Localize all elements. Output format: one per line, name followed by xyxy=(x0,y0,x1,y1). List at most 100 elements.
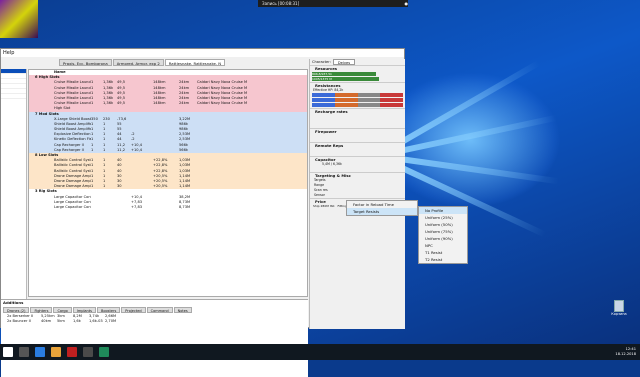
module-cell-g xyxy=(197,205,247,210)
module-cell-b: 1 xyxy=(103,184,106,189)
tab-fit-1[interactable]: Praxis. Ecc. Bombarona xyxy=(59,59,112,66)
module-cell-b xyxy=(103,205,117,210)
pyfa-window: Help Praxis. Ecc. Bombarona Armored. Arm… xyxy=(0,48,405,377)
resist-bar xyxy=(312,103,403,107)
market-browser xyxy=(1,69,27,299)
drone-row[interactable]: 2x Bouncer II 40km 5km 1,6k 1,6k-03 2,70M xyxy=(1,319,308,324)
module-cell-a xyxy=(91,106,103,111)
module-cell-g xyxy=(197,184,247,189)
module-cell-a: 1 xyxy=(91,184,94,189)
drone-cell-v5: 2,70M xyxy=(105,319,117,324)
menu-item-profile[interactable]: Uniform (75%) xyxy=(419,228,467,235)
explorer-icon[interactable] xyxy=(35,347,45,357)
ship-price: Ship 280M ISK xyxy=(313,204,335,208)
recycle-bin[interactable]: Корзина xyxy=(608,300,630,322)
module-cell-d: +10,4 xyxy=(131,147,143,152)
clock-date[interactable]: 18.12.2018 xyxy=(615,352,636,357)
character-select[interactable]: Delves xyxy=(332,59,356,65)
tab-fit-2[interactable]: Armored. Armor. exp 2 xyxy=(112,59,164,66)
drone-cell-v4: 1,6k-03 xyxy=(89,319,103,324)
module-cell-g xyxy=(197,148,247,153)
module-cell-c: 11,2 xyxy=(117,147,126,152)
module-cell-c xyxy=(117,205,131,210)
context-menu-2: No Profile Uniform (25%) Uniform (50%) Unif… xyxy=(418,206,468,264)
tab-fit-3[interactable]: Rattlesnake. Rattlesnake. N xyxy=(164,59,226,66)
menu-help[interactable]: Help xyxy=(3,50,14,56)
menu-bar: Help xyxy=(1,49,404,57)
module-cell-e xyxy=(153,205,179,210)
app-icon[interactable] xyxy=(99,347,109,357)
module-cell-f xyxy=(179,106,197,111)
character-label: Character: xyxy=(312,60,331,64)
additions-pane: Additions Drones (2) Fighters Cargo Implant… xyxy=(1,299,308,377)
fit-tabs: Praxis. Ecc. Bombarona Armored. Armor. e… xyxy=(59,59,226,66)
menu-item-profile[interactable]: No Profile xyxy=(419,207,467,214)
additions-tab[interactable]: Command xyxy=(146,307,173,313)
module-cell-c xyxy=(117,106,131,111)
browser-row[interactable] xyxy=(1,94,26,99)
module-cell-d xyxy=(131,184,153,189)
module-cell-b xyxy=(103,106,117,111)
recycle-bin-icon xyxy=(614,300,624,312)
module-cell-e xyxy=(153,148,179,153)
start-icon[interactable] xyxy=(3,347,13,357)
additions-tab[interactable]: Drones (2) xyxy=(3,307,30,313)
drone-cell-name: 2x Bouncer II xyxy=(7,319,31,324)
app-icon[interactable] xyxy=(67,347,77,357)
cpu-bar-fill: 896,8/937,5k xyxy=(312,72,376,76)
record-icon[interactable]: ● xyxy=(405,0,409,7)
module-cell-c: 30 xyxy=(117,184,122,189)
additions-tab[interactable]: Fighters xyxy=(30,307,53,313)
context-menu-1: Factor in Reload Time Target Resists xyxy=(346,200,418,216)
recorder-bar[interactable]: Запись [00:08:31] ● xyxy=(258,0,408,7)
folder-icon[interactable] xyxy=(51,347,61,357)
module-cell-b: 1 xyxy=(103,147,106,152)
pg-bar: 1005/1375 M xyxy=(312,77,403,81)
module-list: Name 6 High Slots Cruise Missile Launche… xyxy=(28,69,308,297)
additions-tab[interactable]: Cargo xyxy=(53,307,72,313)
menu-item-profile[interactable]: Uniform (25%) xyxy=(419,214,467,221)
resist-bar xyxy=(312,98,403,102)
module-row[interactable]: Large Capacitor Control Circuit I +7,83 8,… xyxy=(29,204,307,211)
module-cell-a: 1 xyxy=(91,147,94,152)
additions-tab[interactable]: Projected xyxy=(121,307,146,313)
additions-title: Additions xyxy=(3,300,24,305)
additions-tab[interactable]: Boosters xyxy=(96,307,121,313)
cpu-bar: 896,8/937,5k xyxy=(312,72,403,76)
additions-tabs: Drones (2) Fighters Cargo Implants Boosters P… xyxy=(3,307,306,313)
stats-panel: Character: Delves Resources 896,8/937,5k… xyxy=(309,59,405,329)
recorder-label: Запись [00:08:31] xyxy=(262,1,300,6)
taskbar: 12:41 18.12.2018 xyxy=(0,344,640,360)
drone-cell-v2: 5km xyxy=(57,319,65,324)
pg-bar-fill: 1005/1375 M xyxy=(312,77,380,81)
additions-tab[interactable]: Notes xyxy=(173,307,192,313)
menu-item-profile[interactable]: NPC xyxy=(419,242,467,249)
drone-cell-v3: 1,6k xyxy=(73,319,81,324)
desktop-app-icon[interactable] xyxy=(0,0,38,38)
module-cell-f: 8,73M xyxy=(179,204,191,209)
menu-item-profile[interactable]: Uniform (90%) xyxy=(419,235,467,242)
module-cell-f: 566k xyxy=(179,147,188,152)
menu-item-profile[interactable]: T1 Resist xyxy=(419,249,467,256)
menu-item-target-resists[interactable]: Target Resists xyxy=(347,208,417,215)
module-cell-name: Large Capacitor Control Circuit I xyxy=(54,204,91,209)
menu-item-reload[interactable]: Factor in Reload Time xyxy=(347,201,417,208)
section-resources[interactable]: Resources xyxy=(310,65,405,71)
search-icon[interactable] xyxy=(19,347,29,357)
drone-cell-v1: 40km xyxy=(41,319,52,324)
module-cell-d xyxy=(131,106,153,111)
module-cell-g xyxy=(197,106,247,111)
additions-tab[interactable]: Implants xyxy=(72,307,96,313)
module-cell-e: +20,5% xyxy=(153,184,168,189)
recycle-bin-label: Корзина xyxy=(611,312,627,316)
menu-item-profile[interactable]: Uniform (50%) xyxy=(419,221,467,228)
module-cell-f: 1,14M xyxy=(179,184,191,189)
app-icon[interactable] xyxy=(83,347,93,357)
module-cell-a xyxy=(91,205,103,210)
effective-hp: Effective HP: 84,2k xyxy=(313,88,344,92)
module-cell-d: +7,83 xyxy=(131,204,143,209)
menu-item-profile[interactable]: T2 Resist xyxy=(419,256,467,263)
module-cell-e xyxy=(153,106,179,111)
resist-bar xyxy=(312,93,403,97)
wallpaper-beam xyxy=(399,114,558,154)
